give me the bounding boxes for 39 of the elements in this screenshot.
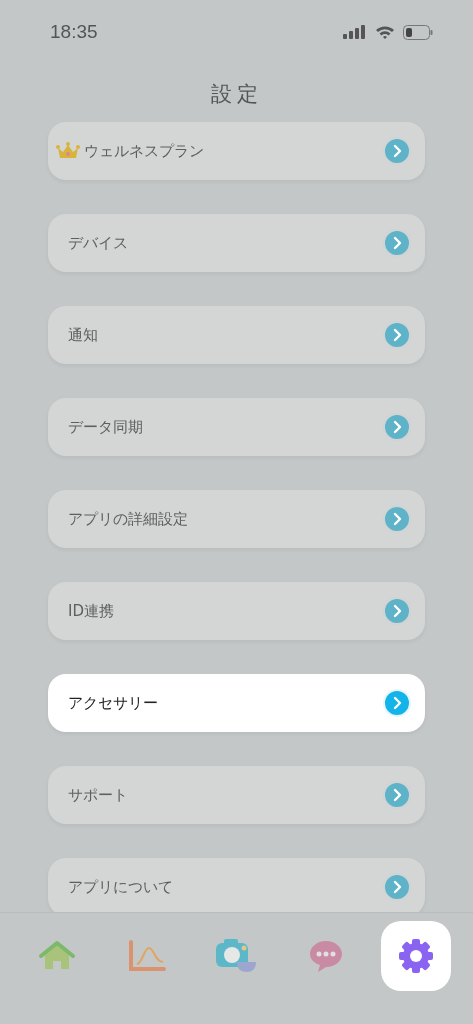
chevron-icon xyxy=(383,597,411,625)
home-icon xyxy=(37,940,76,972)
item-label: 通知 xyxy=(68,325,99,345)
battery-icon xyxy=(403,24,433,40)
item-label: アプリについて xyxy=(68,877,174,897)
item-label: アプリの詳細設定 xyxy=(68,509,189,529)
chart-icon xyxy=(127,940,166,972)
chevron-icon xyxy=(383,229,411,257)
item-label: ウェルネスプラン xyxy=(84,141,205,161)
item-label: データ同期 xyxy=(68,417,144,437)
settings-item[interactable]: サポート xyxy=(48,766,425,824)
settings-item[interactable]: アプリの詳細設定 xyxy=(48,490,425,548)
chevron-icon xyxy=(383,689,411,717)
settings-item[interactable]: ウェルネスプラン xyxy=(48,122,425,180)
settings-item[interactable]: ID連携 xyxy=(48,582,425,640)
chevron-icon xyxy=(383,137,411,165)
crown-icon xyxy=(56,142,80,160)
signal-icon xyxy=(343,25,367,39)
item-label: サポート xyxy=(68,785,129,805)
status-time: 18:35 xyxy=(50,21,98,43)
chat-icon xyxy=(308,939,345,973)
camera-icon xyxy=(215,938,258,974)
wifi-icon xyxy=(375,24,395,40)
tab-button[interactable] xyxy=(381,921,452,991)
item-label: ID連携 xyxy=(68,601,115,621)
item-label: デバイス xyxy=(68,233,129,253)
settings-item[interactable]: データ同期 xyxy=(48,398,425,456)
settings-item[interactable]: デバイス xyxy=(48,214,425,272)
settings-item[interactable]: アクセサリー xyxy=(48,674,425,732)
chevron-icon xyxy=(383,321,411,349)
settings-item[interactable]: アプリについて xyxy=(48,858,425,912)
item-label: アクセサリー xyxy=(68,693,159,713)
page-title: 設定 xyxy=(209,81,264,108)
chevron-icon xyxy=(383,413,411,441)
chevron-icon xyxy=(383,781,411,809)
settings-icon xyxy=(398,938,435,974)
chevron-icon xyxy=(383,505,411,533)
chevron-icon xyxy=(383,873,411,901)
settings-item[interactable]: 通知 xyxy=(48,306,425,364)
